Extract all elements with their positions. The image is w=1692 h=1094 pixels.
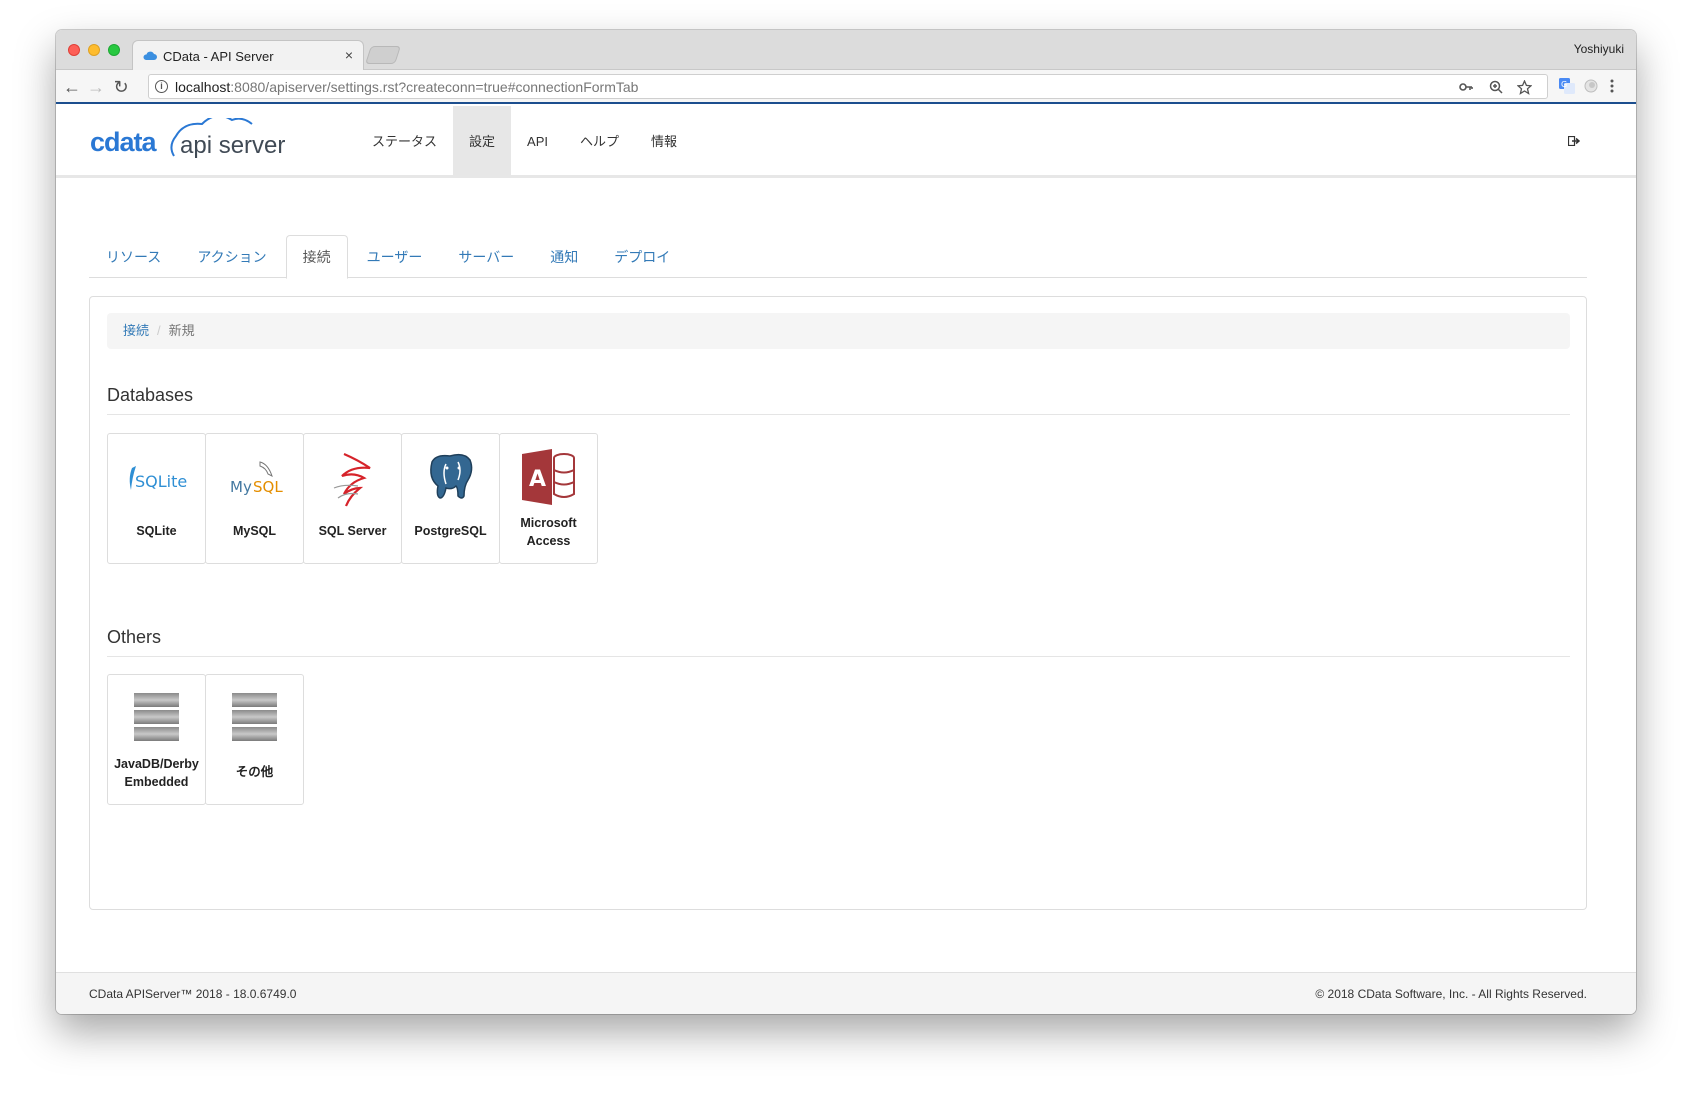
logout-icon[interactable]	[1568, 136, 1580, 146]
cloud-icon	[143, 51, 157, 60]
connector-card-other[interactable]: その他	[205, 674, 304, 805]
connector-card-microsoft-access[interactable]: A Microsoft Access	[499, 433, 598, 564]
tab-title: CData - API Server	[163, 49, 274, 64]
browser-window: CData - API Server × Yoshiyuki ← → ↻ i l…	[56, 30, 1636, 1014]
connection-panel: 接続 / 新規 Databases SQLite SQLite My SQL MyS…	[89, 296, 1587, 910]
tab-deploy[interactable]: デプロイ	[597, 235, 687, 278]
tab-connections[interactable]: 接続	[285, 235, 348, 279]
info-icon[interactable]: i	[155, 80, 168, 93]
more-menu-icon[interactable]	[1604, 78, 1620, 94]
svg-text:A: A	[529, 467, 546, 492]
card-label: SQL Server	[318, 524, 387, 538]
svg-text:api server: api server	[180, 132, 285, 159]
cdata-api-server-logo[interactable]: cdata api server	[90, 118, 300, 162]
breadcrumb: 接続 / 新規	[107, 313, 1570, 349]
connector-card-postgresql[interactable]: PostgreSQL	[401, 433, 500, 564]
tab-server[interactable]: サーバー	[441, 235, 531, 278]
databases-heading: Databases	[107, 385, 1570, 415]
connector-card-sqlite[interactable]: SQLite SQLite	[107, 433, 206, 564]
new-tab-button[interactable]	[365, 46, 401, 64]
zoom-icon[interactable]	[1489, 80, 1503, 94]
tab-notifications[interactable]: 通知	[533, 235, 595, 278]
card-label: MySQL	[232, 524, 277, 538]
card-label: SQLite	[136, 524, 177, 538]
connector-card-mysql[interactable]: My SQL MySQL	[205, 433, 304, 564]
top-navigation: ステータス 設定 API ヘルプ 情報	[356, 106, 693, 178]
browser-tab[interactable]: CData - API Server ×	[132, 40, 364, 71]
svg-text:cdata: cdata	[90, 127, 158, 157]
others-heading: Others	[107, 627, 1570, 657]
nav-settings[interactable]: 設定	[453, 106, 512, 178]
card-label: PostgreSQL	[414, 524, 487, 538]
svg-text:G: G	[1561, 80, 1567, 89]
close-tab-icon[interactable]: ×	[345, 47, 353, 63]
close-window-button[interactable]	[68, 44, 80, 56]
card-label: Microsoft Access	[520, 516, 577, 548]
forward-icon[interactable]: →	[86, 77, 106, 97]
version-text: CData APIServer™ 2018 - 18.0.6749.0	[89, 987, 297, 1001]
url-input[interactable]: i localhost:8080/apiserver/settings.rst?…	[148, 74, 1548, 99]
minimize-window-button[interactable]	[88, 44, 100, 56]
tab-users[interactable]: ユーザー	[350, 235, 440, 278]
mysql-icon: My SQL	[230, 461, 283, 496]
nav-status[interactable]: ステータス	[356, 106, 453, 178]
svg-text:SQL: SQL	[253, 478, 283, 496]
nav-about[interactable]: 情報	[635, 106, 693, 178]
nav-help[interactable]: ヘルプ	[564, 106, 635, 178]
sqlite-icon: SQLite	[129, 466, 187, 491]
nav-api[interactable]: API	[511, 106, 564, 178]
profile-name[interactable]: Yoshiyuki	[1574, 42, 1624, 56]
breadcrumb-connections-link[interactable]: 接続	[123, 323, 149, 338]
translate-extension-icon[interactable]: G	[1559, 78, 1575, 94]
url-text: localhost:8080/apiserver/settings.rst?cr…	[175, 79, 639, 95]
tab-resources[interactable]: リソース	[89, 235, 178, 278]
breadcrumb-separator: /	[157, 323, 161, 338]
footer: CData APIServer™ 2018 - 18.0.6749.0 © 20…	[56, 972, 1636, 1014]
card-label: その他	[235, 765, 274, 779]
bookmark-star-icon[interactable]	[1517, 80, 1532, 95]
connector-card-sql-server[interactable]: SQL Server	[303, 433, 402, 564]
address-bar: ← → ↻ i localhost:8080/apiserver/setting…	[56, 70, 1636, 104]
sql-server-icon	[333, 452, 371, 507]
database-icon	[134, 693, 179, 741]
back-icon[interactable]: ←	[62, 77, 82, 97]
card-label: JavaDB/Derby Embedded	[114, 757, 199, 789]
svg-text:My: My	[230, 478, 252, 496]
breadcrumb-current: 新規	[168, 323, 195, 338]
key-icon[interactable]	[1459, 81, 1473, 93]
app-header: cdata api server ステータス 設定 API ヘルプ 情報	[56, 106, 1636, 178]
connector-card-javadb-derby[interactable]: JavaDB/Derby Embedded	[107, 674, 206, 805]
zoom-window-button[interactable]	[108, 44, 120, 56]
extension-circle-icon[interactable]	[1583, 78, 1599, 94]
database-icon	[232, 693, 277, 741]
svg-text:SQLite: SQLite	[135, 472, 187, 491]
settings-tabs: リソース アクション 接続 ユーザー サーバー 通知 デプロイ	[89, 235, 1587, 279]
reload-icon[interactable]: ↻	[111, 77, 131, 97]
tab-actions[interactable]: アクション	[180, 235, 283, 278]
title-bar: CData - API Server × Yoshiyuki	[56, 30, 1636, 71]
copyright-text: © 2018 CData Software, Inc. - All Rights…	[1315, 987, 1587, 1001]
microsoft-access-icon: A	[522, 449, 575, 505]
postgresql-icon	[430, 453, 473, 499]
